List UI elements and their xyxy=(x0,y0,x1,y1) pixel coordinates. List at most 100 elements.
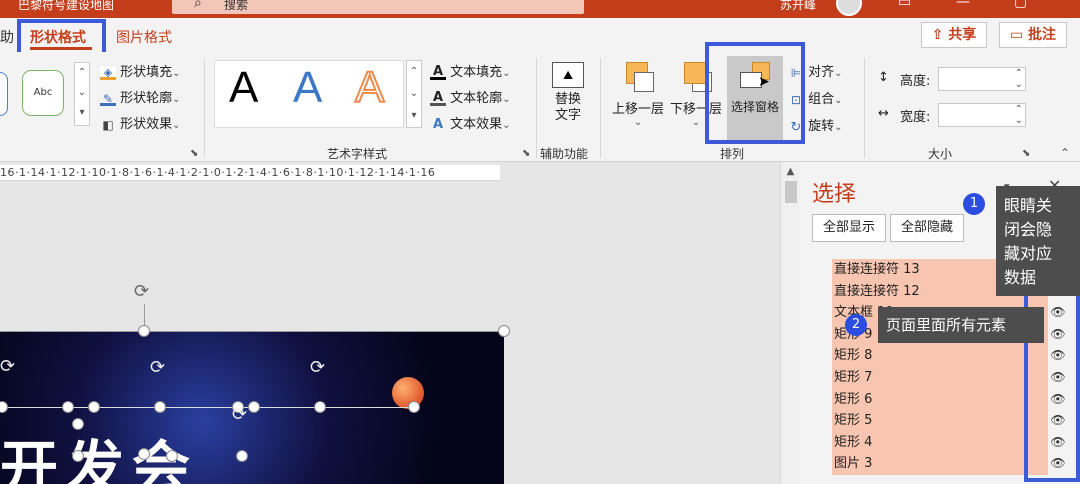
list-item[interactable]: 矩形 7 xyxy=(832,367,1048,389)
height-label: 高度: xyxy=(900,74,931,89)
maximize-icon[interactable]: ▢ xyxy=(1014,0,1027,10)
show-all-button[interactable]: 全部显示 xyxy=(812,214,886,242)
list-item[interactable]: 矩形 5 xyxy=(832,410,1048,432)
width-input[interactable]: ⌃ ⌄ xyxy=(938,103,1026,127)
resize-handle[interactable] xyxy=(138,325,150,337)
resize-handle[interactable] xyxy=(72,450,84,462)
scroll-down-icon[interactable]: ⌄ xyxy=(75,83,89,103)
list-item[interactable]: 矩形 6 xyxy=(832,388,1048,411)
paint-bucket-icon: ◈ xyxy=(100,65,116,80)
spin-down-icon[interactable]: ⌄ xyxy=(1015,115,1023,126)
align-button[interactable]: ⊫ 对齐⌄ xyxy=(788,61,843,80)
resize-handle[interactable] xyxy=(236,450,248,462)
resize-handle[interactable] xyxy=(248,401,260,413)
shape-style-preview-partial[interactable] xyxy=(0,72,8,116)
scroll-thumb[interactable] xyxy=(784,181,797,203)
tab-picture-format[interactable]: 图片格式 xyxy=(116,27,172,47)
image-icon: ⛰ xyxy=(552,62,584,88)
text-effects-button[interactable]: A 文本效果⌄ xyxy=(430,113,511,132)
group-label-arrange: 排列 xyxy=(720,147,745,161)
spin-up-icon[interactable]: ⌃ xyxy=(1015,68,1023,79)
rotate-handle-icon[interactable]: ⟳ xyxy=(134,281,149,302)
shape-outline-button[interactable]: ✎ 形状轮廓⌄ xyxy=(100,87,181,106)
resize-handle[interactable] xyxy=(498,325,510,337)
chevron-down-icon: ⌄ xyxy=(502,120,511,131)
resize-handle[interactable] xyxy=(408,401,420,413)
scroll-up-icon[interactable]: ▲ xyxy=(781,166,800,177)
wordart-gallery-scroll[interactable]: ⌃ ⌄ ▾ xyxy=(406,60,422,128)
scroll-up-icon[interactable]: ⌃ xyxy=(407,61,421,83)
active-tab-indicator xyxy=(30,47,92,50)
scroll-up-icon[interactable]: ⌃ xyxy=(75,63,89,83)
wordart-launcher-icon[interactable]: ⬊ xyxy=(522,148,530,159)
alt-text-label: 替换 文字 xyxy=(554,92,581,123)
tab-shape-format[interactable]: 形状格式 xyxy=(30,27,86,47)
spin-up-icon[interactable]: ⌃ xyxy=(1015,104,1023,115)
shape-effects-button[interactable]: ◧ 形状效果⌄ xyxy=(100,113,180,132)
comments-button[interactable]: ▭ 批注 xyxy=(999,22,1067,48)
share-button[interactable]: ⇧ 共享 xyxy=(921,22,987,48)
chevron-down-icon: ⌄ xyxy=(633,117,643,128)
tab-partial[interactable]: 助 xyxy=(0,27,14,47)
spin-down-icon[interactable]: ⌄ xyxy=(1015,79,1023,90)
alt-text-button[interactable]: ⛰ 替换 文字 xyxy=(548,62,588,134)
bring-forward-label: 上移一层 xyxy=(611,102,664,117)
resize-handle[interactable] xyxy=(314,401,326,413)
wordart-style-blue[interactable]: A xyxy=(293,63,322,113)
search-input[interactable]: ⌕ 搜索 xyxy=(172,0,584,14)
text-effects-label: 文本效果 xyxy=(450,117,503,132)
align-label: 对齐 xyxy=(808,65,835,80)
shape-fill-button[interactable]: ◈ 形状填充⌄ xyxy=(100,61,181,80)
chevron-down-icon: ⌄ xyxy=(834,122,843,133)
shape-style-preview[interactable]: Abc xyxy=(22,70,64,116)
shape-fill-label: 形状填充 xyxy=(120,65,173,80)
scroll-down-icon[interactable]: ⌄ xyxy=(407,83,421,105)
search-icon: ⌕ xyxy=(194,0,202,11)
resize-handle[interactable] xyxy=(72,418,84,430)
text-fill-button[interactable]: A 文本填充⌄ xyxy=(430,61,511,80)
resize-handle[interactable] xyxy=(138,448,150,460)
resize-handle[interactable] xyxy=(154,401,166,413)
rotate-handle-icon[interactable]: ⟳ xyxy=(150,357,165,378)
comments-label: 批注 xyxy=(1028,27,1057,43)
wordart-style-black[interactable]: A xyxy=(229,63,258,113)
group-label-accessibility: 辅助功能 xyxy=(540,147,589,161)
height-icon: ↕ xyxy=(878,70,889,85)
group-button[interactable]: ⊡ 组合⌄ xyxy=(788,88,843,107)
rotate-handle-icon[interactable]: ⟳ xyxy=(232,404,247,425)
search-placeholder: 搜索 xyxy=(224,0,249,12)
gallery-expand-icon[interactable]: ▾ xyxy=(407,105,421,127)
hide-all-button[interactable]: 全部隐藏 xyxy=(890,214,964,242)
ribbon-display-icon[interactable]: ▭ xyxy=(898,0,911,10)
shape-styles-launcher-icon[interactable]: ⬊ xyxy=(190,148,198,159)
resize-handle[interactable] xyxy=(88,401,100,413)
shape-effects-label: 形状效果 xyxy=(120,117,173,132)
user-name[interactable]: 苏开峰 xyxy=(780,0,816,13)
rotate-handle-icon[interactable]: ⟳ xyxy=(310,357,325,378)
list-item[interactable]: 矩形 4 xyxy=(832,431,1048,454)
resize-handle[interactable] xyxy=(62,401,74,413)
chevron-down-icon: ⌄ xyxy=(172,68,181,79)
separator xyxy=(600,58,601,158)
list-item[interactable]: 矩形 8 xyxy=(832,345,1048,367)
size-launcher-icon[interactable]: ⬊ xyxy=(1022,148,1030,159)
minimize-icon[interactable]: — xyxy=(956,0,970,10)
group-label-size: 大小 xyxy=(928,147,953,161)
width-label: 宽度: xyxy=(900,110,931,125)
list-item[interactable]: 图片 3 xyxy=(832,453,1048,475)
wordart-gallery[interactable]: A A A xyxy=(214,60,404,128)
wordart-style-orange[interactable]: A xyxy=(354,62,385,113)
gallery-scroll[interactable]: ⌃ ⌄ ▾ xyxy=(74,62,90,126)
vertical-scrollbar[interactable]: ▲ xyxy=(780,162,800,484)
resize-handle[interactable] xyxy=(166,450,178,462)
height-input[interactable]: ⌃ ⌄ xyxy=(938,67,1026,91)
gallery-expand-icon[interactable]: ▾ xyxy=(75,103,89,123)
chevron-down-icon: ⌄ xyxy=(834,68,843,79)
chevron-down-icon: ⌄ xyxy=(502,68,511,79)
bring-forward-button[interactable]: 上移一层 ⌄ xyxy=(610,62,666,132)
text-outline-button[interactable]: A 文本轮廓⌄ xyxy=(430,87,511,106)
collapse-ribbon-icon[interactable]: ⌃ xyxy=(1060,146,1070,160)
rotate-button[interactable]: ↻ 旋转⌄ xyxy=(788,115,843,135)
rotate-handle-icon[interactable]: ⟳ xyxy=(0,356,15,377)
chevron-down-icon: ⌄ xyxy=(172,94,181,105)
